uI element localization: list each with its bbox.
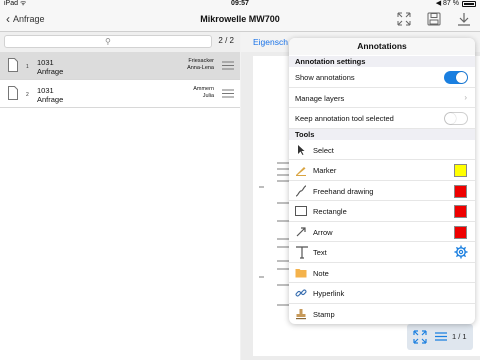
item-index: 2: [26, 92, 29, 98]
tool-label: Arrow: [313, 228, 333, 237]
download-icon[interactable]: [456, 11, 472, 27]
rectangle-color-swatch[interactable]: [454, 205, 467, 218]
search-row: ⚲ 2 / 2: [0, 32, 240, 52]
tool-label: Hyperlink: [313, 289, 345, 298]
section-annotation-settings: Annotation settings: [289, 56, 475, 67]
stamp-icon: [296, 309, 306, 320]
manage-layers-row[interactable]: Manage layers ›: [289, 88, 475, 108]
fullscreen-icon[interactable]: [396, 11, 412, 27]
tool-freehand[interactable]: Freehand drawing: [289, 181, 475, 201]
item-subtitle: Anfrage: [37, 67, 64, 76]
cursor-icon: [298, 145, 305, 155]
nav-actions: [396, 11, 472, 27]
document-icon: [8, 58, 18, 72]
page-controls: 1 / 1: [407, 324, 473, 350]
freehand-color-swatch[interactable]: [454, 185, 467, 198]
keep-tool-toggle[interactable]: [444, 112, 468, 125]
tool-stamp[interactable]: Stamp: [289, 304, 475, 324]
save-icon[interactable]: [426, 11, 442, 27]
manage-layers-label: Manage layers: [295, 94, 345, 103]
hyperlink-icon: [295, 289, 307, 297]
show-annotations-label: Show annotations: [295, 73, 355, 82]
status-bar: iPad ᯤ 09:57 ◀ 87 %: [0, 0, 480, 8]
document-list-pane: ⚲ 2 / 2 1 1031 Anfrage Friesacker Anna-L…: [0, 32, 240, 360]
tool-text[interactable]: Text: [289, 242, 475, 263]
hamburger-menu-icon[interactable]: [222, 61, 234, 70]
list-empty-area: [0, 108, 240, 360]
tool-marker[interactable]: Marker: [289, 160, 475, 181]
chevron-right-icon: ›: [464, 93, 467, 102]
tool-arrow[interactable]: Arrow: [289, 222, 475, 242]
text-icon: [296, 246, 308, 259]
search-icon: ⚲: [105, 37, 111, 46]
annotations-menu-icon[interactable]: [435, 332, 447, 341]
item-title: 1031: [37, 58, 54, 67]
fit-page-icon[interactable]: [413, 330, 427, 344]
marker-icon: [296, 167, 306, 176]
section-tools: Tools: [289, 129, 475, 140]
search-input[interactable]: ⚲: [4, 35, 212, 48]
tool-label: Marker: [313, 166, 337, 175]
tool-label: Select: [313, 146, 334, 155]
rectangle-icon: [295, 206, 307, 216]
document-icon: [8, 86, 18, 100]
show-annotations-toggle[interactable]: [444, 71, 468, 84]
item-lastname: Friesacker: [188, 58, 214, 64]
tool-label: Rectangle: [313, 207, 347, 216]
show-annotations-row[interactable]: Show annotations: [289, 67, 475, 88]
tool-label: Freehand drawing: [313, 187, 374, 196]
page-count: 2 / 2: [218, 36, 234, 45]
battery-icon: [462, 1, 476, 7]
tab-properties[interactable]: Eigensch: [253, 37, 288, 47]
tool-rectangle[interactable]: Rectangle: [289, 201, 475, 222]
doc-text-line: [259, 276, 264, 278]
tool-select[interactable]: Select: [289, 140, 475, 160]
list-item[interactable]: 2 1031 Anfrage Ammern Julia: [0, 80, 240, 108]
marker-color-swatch[interactable]: [454, 164, 467, 177]
status-right: ◀ 87 %: [436, 0, 476, 8]
item-subtitle: Anfrage: [37, 95, 64, 104]
item-index: 1: [26, 64, 29, 70]
tool-note[interactable]: Note: [289, 263, 475, 283]
battery-text: ◀ 87 %: [435, 0, 459, 7]
annotations-popover: Annotations Annotation settings Show ann…: [289, 38, 475, 324]
keep-tool-label: Keep annotation tool selected: [295, 114, 394, 123]
tool-label: Text: [313, 248, 327, 257]
tool-label: Note: [313, 269, 329, 278]
arrow-icon: [296, 227, 306, 237]
item-firstname: Julia: [202, 93, 214, 99]
page-indicator: 1 / 1: [452, 332, 467, 341]
popover-title: Annotations: [289, 38, 475, 55]
status-time: 09:57: [231, 0, 249, 7]
keep-tool-row[interactable]: Keep annotation tool selected: [289, 108, 475, 129]
item-firstname: Anna-Lena: [187, 65, 214, 71]
tool-label: Stamp: [313, 310, 335, 319]
item-lastname: Ammern: [193, 86, 214, 92]
hamburger-menu-icon[interactable]: [222, 89, 234, 98]
gear-icon[interactable]: [454, 245, 468, 259]
nav-bar: ‹ Anfrage Mikrowelle MW700: [0, 8, 480, 32]
list-item[interactable]: 1 1031 Anfrage Friesacker Anna-Lena: [0, 52, 240, 80]
freehand-icon: [295, 185, 307, 197]
doc-text-line: [259, 186, 264, 188]
tool-hyperlink[interactable]: Hyperlink: [289, 283, 475, 304]
item-title: 1031: [37, 86, 54, 95]
note-icon: [295, 269, 307, 278]
arrow-color-swatch[interactable]: [454, 226, 467, 239]
